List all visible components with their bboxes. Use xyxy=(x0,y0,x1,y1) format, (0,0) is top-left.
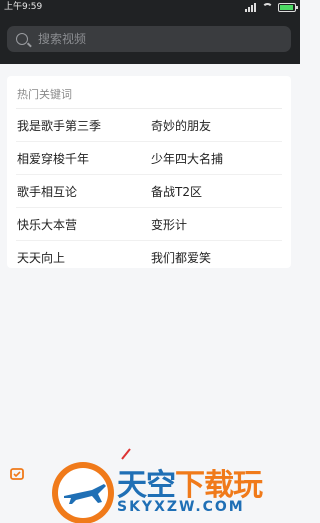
status-icons xyxy=(245,2,298,12)
keyword-link[interactable]: 天天向上 xyxy=(17,249,65,266)
keyword-link[interactable]: 我们都爱笑 xyxy=(151,249,211,266)
watermark-title-blue: 天空 xyxy=(117,468,176,503)
plane-icon xyxy=(64,484,106,504)
top-bar: 上午9:59 xyxy=(0,0,300,64)
keyword-row: 我是歌手第三季 奇妙的朋友 xyxy=(7,109,291,142)
keyword-link[interactable]: 快乐大本营 xyxy=(17,216,77,233)
battery-icon xyxy=(278,2,298,12)
search-input[interactable] xyxy=(38,32,278,46)
watermark-subtitle: SKYXZW.COM xyxy=(117,499,245,515)
hot-keywords-card: 热门关键词 我是歌手第三季 奇妙的朋友 相爱穿梭千年 少年四大名捕 歌手相互论 … xyxy=(7,76,291,268)
hot-keywords-title: 热门关键词 xyxy=(17,88,72,101)
watermark-title: 天空下载玩 xyxy=(117,460,263,504)
red-slash-icon xyxy=(121,448,131,460)
search-icon xyxy=(16,33,28,45)
keyword-row: 相爱穿梭千年 少年四大名捕 xyxy=(7,142,291,175)
watermark-title-orange: 下载玩 xyxy=(175,468,263,503)
keyword-row: 快乐大本营 变形计 xyxy=(7,208,291,241)
watermark-logo: 天空下载玩 SKYXZW.COM xyxy=(0,440,300,523)
keyword-link[interactable]: 歌手相互论 xyxy=(17,183,77,200)
signal-icon xyxy=(245,2,257,12)
keyword-row: 天天向上 我们都爱笑 xyxy=(7,241,291,274)
status-time: 上午9:59 xyxy=(4,2,43,12)
keyword-link[interactable]: 奇妙的朋友 xyxy=(151,117,211,134)
keyword-link[interactable]: 备战T2区 xyxy=(151,183,202,200)
keyword-row: 歌手相互论 备战T2区 xyxy=(7,175,291,208)
status-bar: 上午9:59 xyxy=(0,0,300,14)
app-tv-icon xyxy=(10,468,24,480)
keyword-link[interactable]: 少年四大名捕 xyxy=(151,150,223,167)
keyword-link[interactable]: 相爱穿梭千年 xyxy=(17,150,89,167)
keyword-link[interactable]: 变形计 xyxy=(151,216,187,233)
wifi-icon xyxy=(262,3,273,11)
search-bar[interactable] xyxy=(7,26,291,52)
keyword-link[interactable]: 我是歌手第三季 xyxy=(17,117,101,134)
